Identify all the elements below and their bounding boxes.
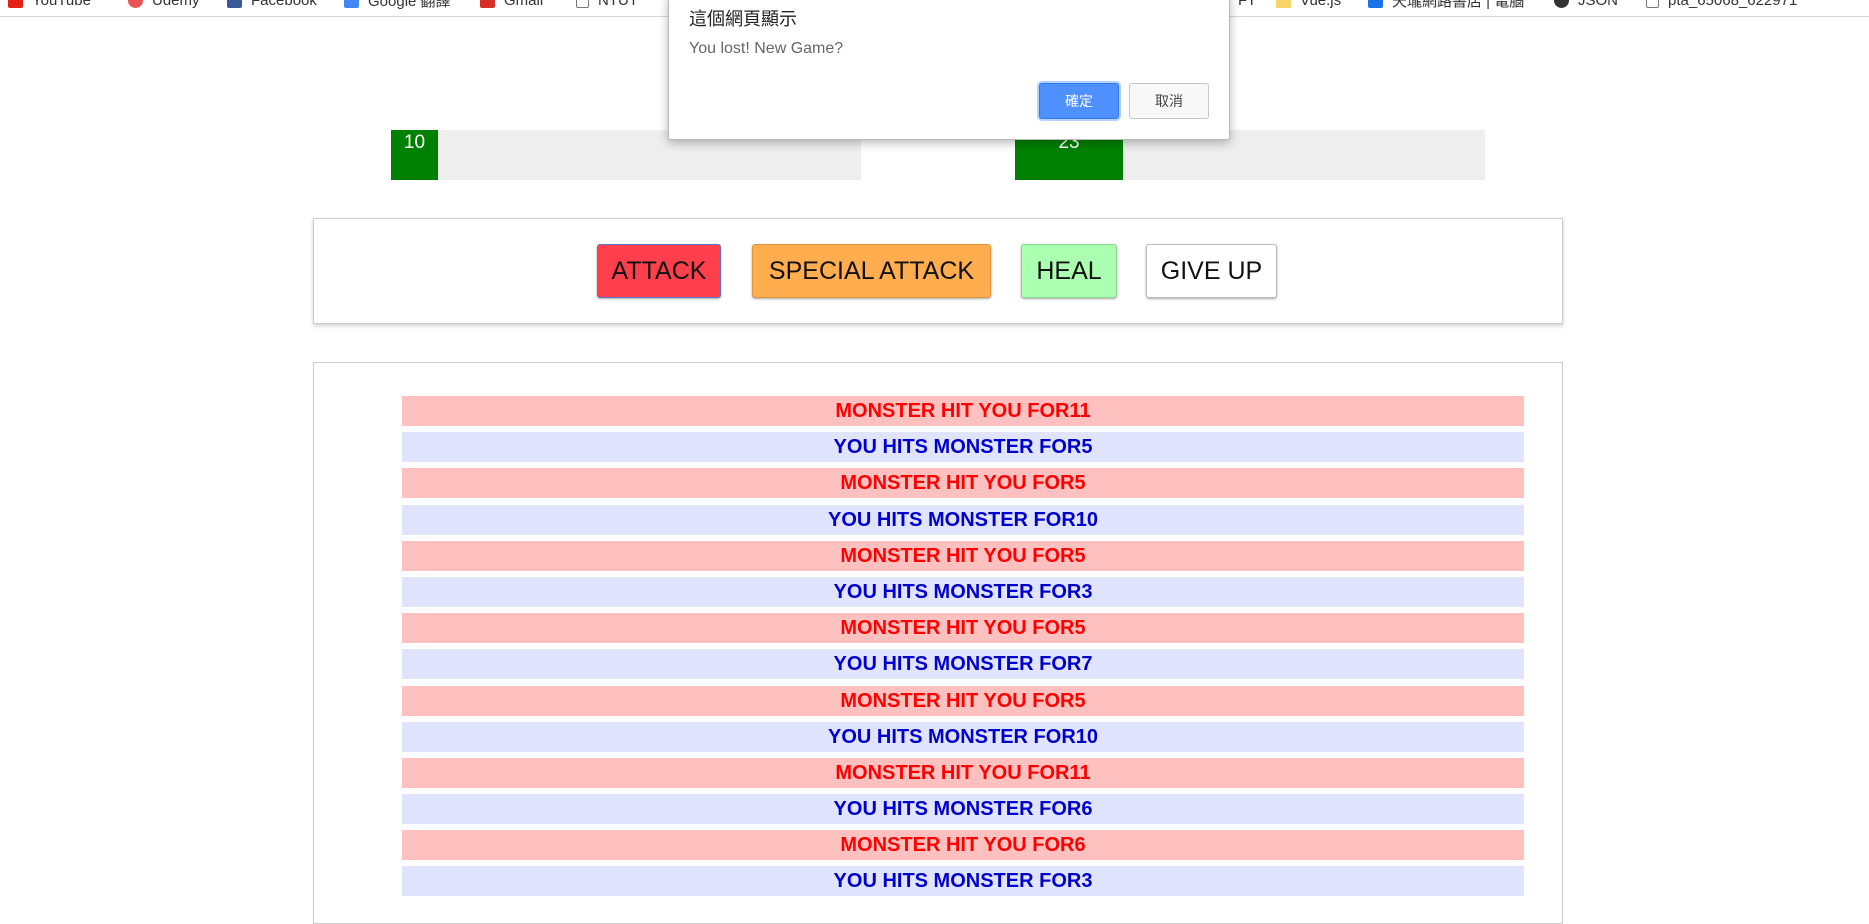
battle-log-list: MONSTER HIT YOU FOR11 YOU HITS MONSTER FO… <box>402 396 1524 903</box>
bookmark-label: pta_65068_622971 <box>1668 0 1798 9</box>
alert-dialog: 這個網頁顯示 You lost! New Game? 確定 取消 <box>668 0 1230 140</box>
dialog-title: 這個網頁顯示 <box>689 9 797 29</box>
github-icon <box>1554 0 1569 8</box>
google-translate-icon <box>344 0 359 8</box>
dialog-ok-button[interactable]: 確定 <box>1039 83 1119 119</box>
youtube-icon <box>8 0 23 8</box>
battle-log-panel: MONSTER HIT YOU FOR11 YOU HITS MONSTER FO… <box>313 362 1563 924</box>
bookstore-icon <box>1368 0 1383 8</box>
bookmark-label: YouTube <box>32 0 91 9</box>
folder-icon <box>1276 0 1291 8</box>
page-icon <box>1646 0 1659 8</box>
bookmark-pta[interactable]: pta_65068_622971 <box>1646 0 1798 9</box>
bookmark-label: Udemy <box>152 0 200 9</box>
bookmark-json[interactable]: JSON <box>1554 0 1619 9</box>
bookmark-label: FT <box>1238 0 1257 9</box>
bookmark-label: NTUT <box>598 0 638 9</box>
bookmark-facebook[interactable]: Facebook <box>227 0 317 9</box>
log-row-player-hit: YOU HITS MONSTER FOR3 <box>402 866 1524 897</box>
bookmark-udemy[interactable]: Udemy <box>128 0 200 9</box>
dialog-cancel-button[interactable]: 取消 <box>1129 83 1209 119</box>
bookmark-bookstore[interactable]: 天瓏網路書店 | 電腦 <box>1368 0 1525 10</box>
bookmark-label: JSON <box>1578 0 1619 9</box>
log-row-monster-hit: MONSTER HIT YOU FOR11 <box>402 757 1524 788</box>
log-row-player-hit: YOU HITS MONSTER FOR7 <box>402 649 1524 680</box>
log-row-monster-hit: MONSTER HIT YOU FOR6 <box>402 830 1524 861</box>
log-row-player-hit: YOU HITS MONSTER FOR3 <box>402 576 1524 607</box>
bookmark-ntut[interactable]: NTUT <box>576 0 638 9</box>
controls-panel: ATTACK SPECIAL ATTACK HEAL GIVE UP <box>313 218 1563 324</box>
log-row-monster-hit: MONSTER HIT YOU FOR5 <box>402 540 1524 571</box>
bookmark-youtube[interactable]: YouTube <box>8 0 91 9</box>
dialog-message: You lost! New Game? <box>689 40 844 57</box>
log-row-monster-hit: MONSTER HIT YOU FOR5 <box>402 613 1524 644</box>
attack-button[interactable]: ATTACK <box>597 244 721 298</box>
log-row-player-hit: YOU HITS MONSTER FOR10 <box>402 504 1524 535</box>
gmail-icon <box>480 0 495 8</box>
bookmark-label: Vue.js <box>1300 0 1342 9</box>
log-row-player-hit: YOU HITS MONSTER FOR10 <box>402 721 1524 752</box>
page-icon <box>576 0 589 8</box>
log-row-player-hit: YOU HITS MONSTER FOR5 <box>402 432 1524 463</box>
bookmark-vuejs[interactable]: Vue.js <box>1276 0 1342 9</box>
player-health-fill: 10 <box>391 130 438 180</box>
log-row-monster-hit: MONSTER HIT YOU FOR5 <box>402 685 1524 716</box>
bookmark-google-translate[interactable]: Google 翻譯 <box>344 0 451 10</box>
bookmark-label: Gmail <box>504 0 544 9</box>
udemy-icon <box>128 0 143 8</box>
heal-button[interactable]: HEAL <box>1021 244 1117 298</box>
log-row-monster-hit: MONSTER HIT YOU FOR5 <box>402 468 1524 499</box>
log-row-monster-hit: MONSTER HIT YOU FOR11 <box>402 396 1524 426</box>
bookmark-label: Facebook <box>251 0 317 9</box>
give-up-button[interactable]: GIVE UP <box>1146 244 1277 298</box>
bookmark-label: 天瓏網路書店 | 電腦 <box>1392 0 1525 10</box>
facebook-icon <box>227 0 242 8</box>
bookmark-label: Google 翻譯 <box>368 0 451 10</box>
log-row-player-hit: YOU HITS MONSTER FOR6 <box>402 794 1524 825</box>
special-attack-button[interactable]: SPECIAL ATTACK <box>752 244 991 298</box>
bookmark-gmail[interactable]: Gmail <box>480 0 544 9</box>
